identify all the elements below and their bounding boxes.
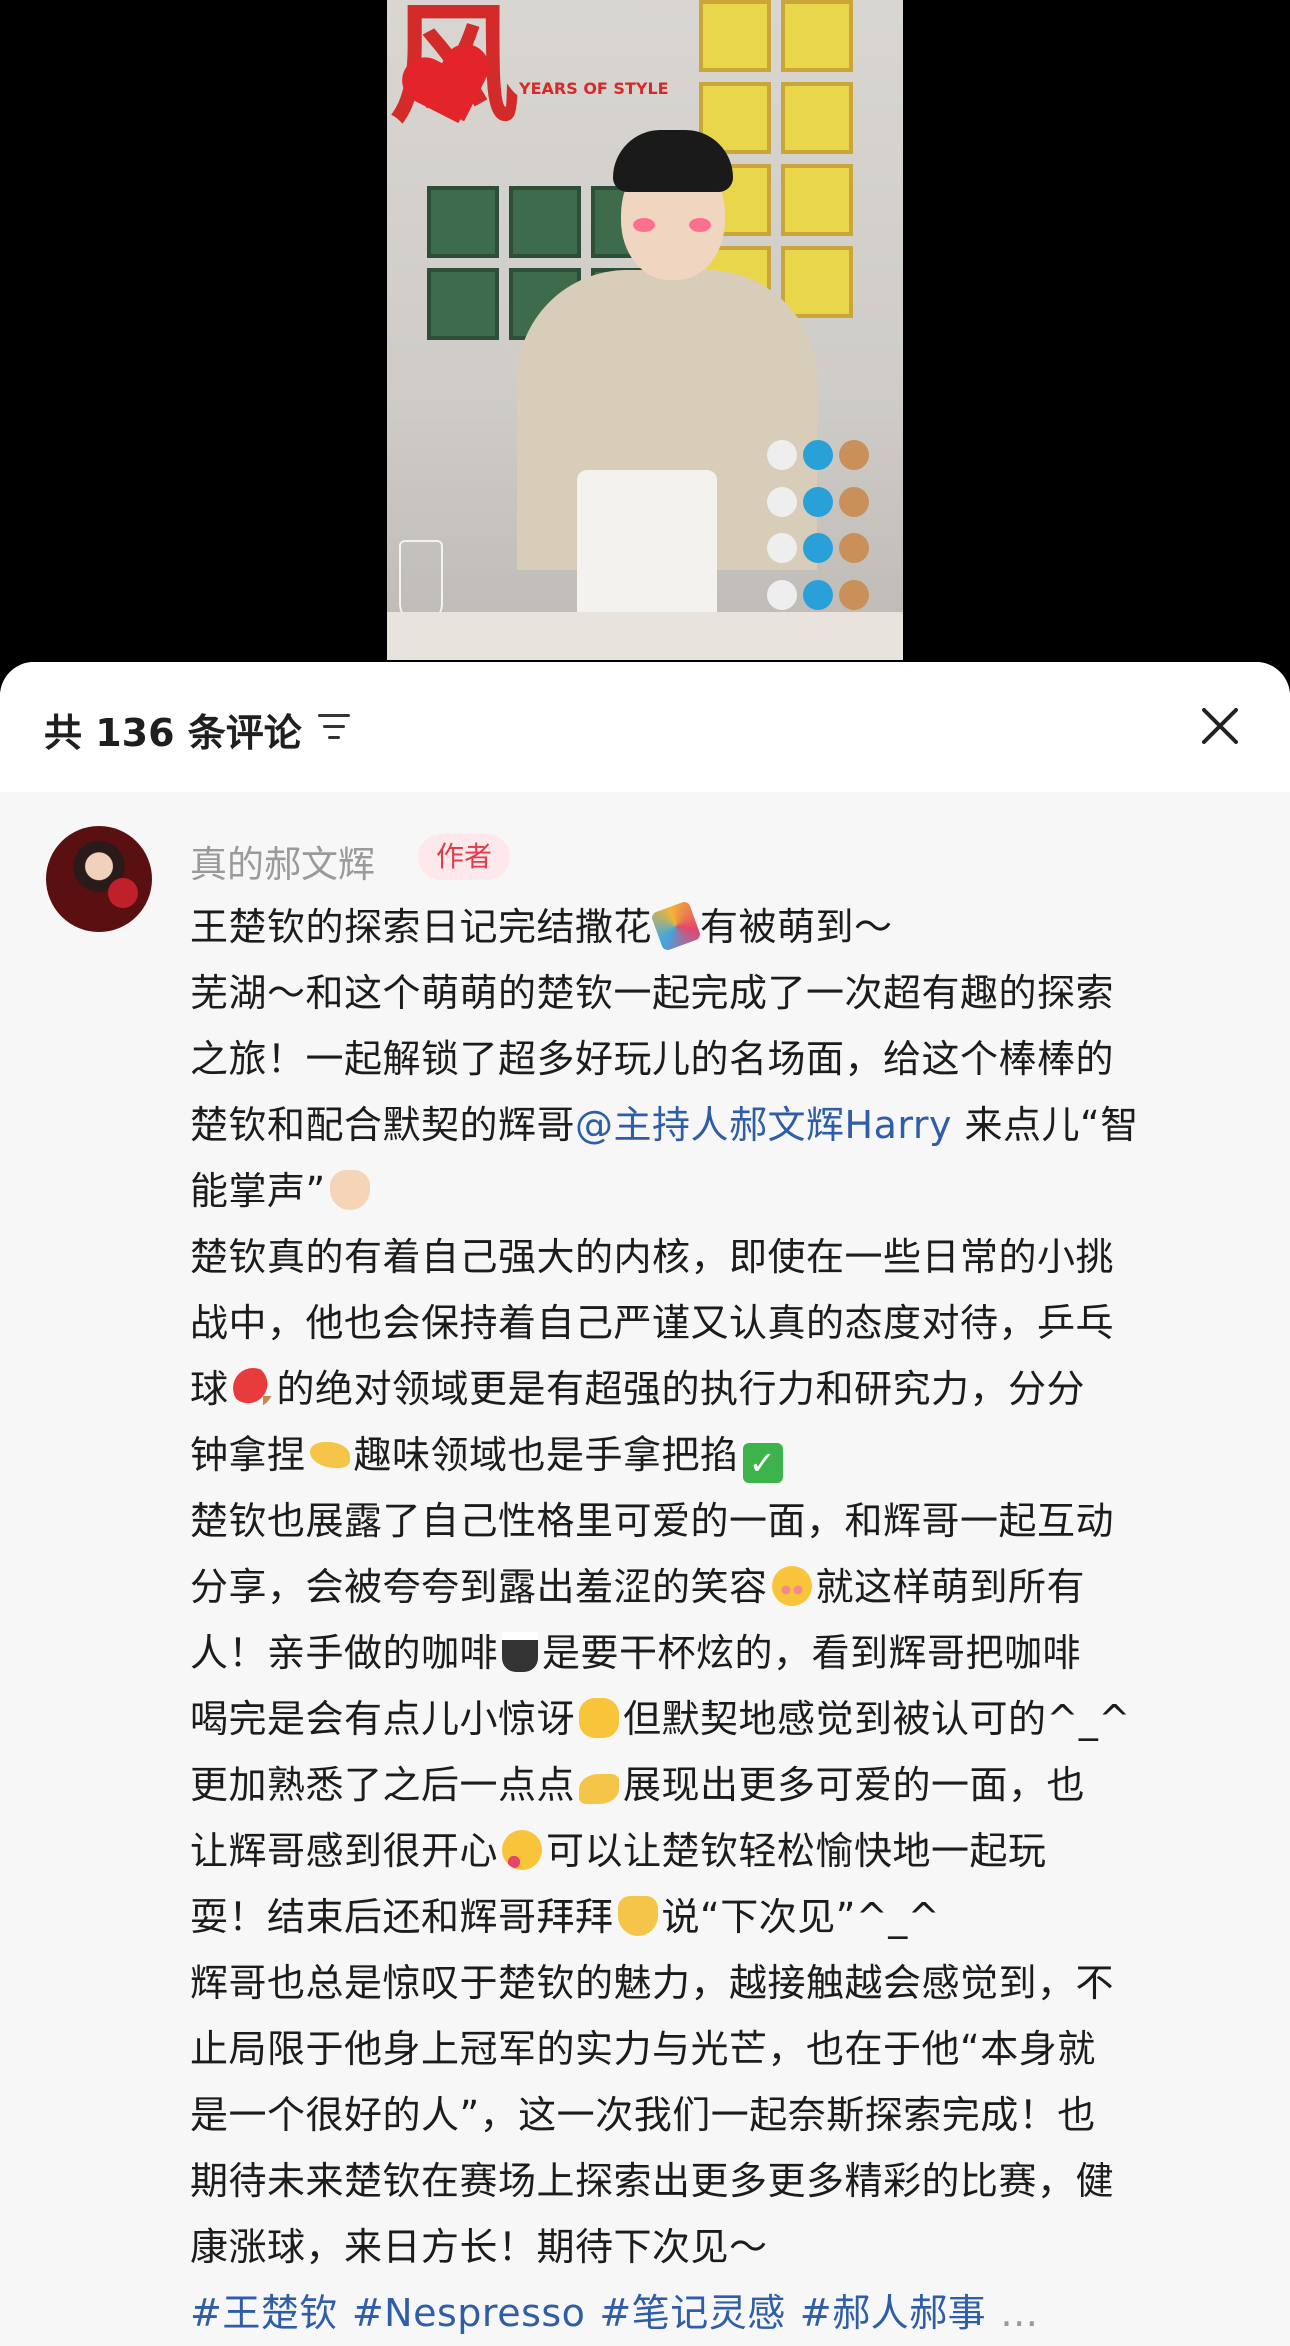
comment-text: 辉哥也总是惊叹于楚钦的魅力，越接触越会感觉到，不 (190, 1961, 1115, 2005)
comments-sheet: 共 136 条评论 真的郝文辉 作者 王楚钦的探索日记完结撒花 有被萌到～ 芜湖～和… (0, 662, 1290, 2346)
comment-text: 之旅！一起解锁了超多好玩儿的名场面，给这个棒棒的 (190, 1037, 1115, 1081)
blush-sticker-icon (633, 218, 655, 232)
ping-pong-icon (232, 1368, 273, 1408)
magazine-tagline: YEARS OF STYLE (519, 79, 669, 98)
blush-sticker-icon (689, 218, 711, 232)
video-player[interactable]: 风 YEARS OF STYLE (0, 0, 1290, 680)
author-badge: 作者 (418, 834, 511, 880)
comment-username[interactable]: 真的郝文辉 (190, 834, 375, 888)
pinching-hand-icon (309, 1442, 350, 1468)
comment-line: 之旅！一起解锁了超多好玩儿的名场面，给这个棒棒的 (190, 1026, 1260, 1092)
comment-count: 共 136 条评论 (44, 711, 302, 755)
comments-header: 共 136 条评论 (0, 662, 1290, 792)
comment-line: 钟拿捏 趣味领域也是手拿把掐 ✓ (190, 1422, 1260, 1488)
tags-overflow: … (1000, 2291, 1039, 2335)
hashtag-row: #王楚钦 #Nespresso #笔记灵感 #郝人郝事 … (190, 2280, 1290, 2346)
comment-text: 让辉哥感到很开心 (190, 1829, 499, 1873)
comment-line: 耍！结束后还和辉哥拜拜 说“下次见”^_^ (190, 1884, 1260, 1950)
comment-line: 喝完是会有点儿小惊讶 但默契地感觉到被认可的^_^ (190, 1686, 1260, 1752)
coffee-pods (767, 440, 877, 620)
hashtag-link[interactable]: #Nespresso (352, 2291, 586, 2335)
waving-hand-icon (617, 1896, 658, 1936)
comment-text: 球 (190, 1367, 229, 1411)
comment-text: 止局限于他身上冠军的实力与光芒，也在于他“本身就 (190, 2027, 1096, 2071)
comment-text: 芜湖～和这个萌萌的楚钦一起完成了一次超有趣的探索 (190, 971, 1115, 1015)
comment-text: 可以让楚钦轻松愉快地一起玩 (546, 1829, 1047, 1873)
comment-text: 楚钦真的有着自己强大的内核，即使在一些日常的小挑 (190, 1235, 1115, 1279)
comment-text: 喝完是会有点儿小惊讶 (190, 1697, 576, 1741)
party-popper-icon (650, 900, 702, 952)
comment-line: 能掌声” (190, 1158, 1260, 1224)
comment-text: 楚钦也展露了自己性格里可爱的一面，和辉哥一起互动 (190, 1499, 1115, 1543)
bouquet-icon (108, 878, 138, 908)
smiling-face-icon (771, 1566, 812, 1606)
hot-beverage-icon (502, 1632, 539, 1672)
hashtag-link[interactable]: #王楚钦 (190, 2291, 338, 2335)
comment-line: 是一个很好的人”，这一次我们一起奈斯探索完成！也 (190, 2082, 1260, 2148)
comment-line: 辉哥也总是惊叹于楚钦的魅力，越接触越会感觉到，不 (190, 1950, 1260, 2016)
scream-face-icon (579, 1698, 620, 1738)
comment-body: 王楚钦的探索日记完结撒花 有被萌到～ 芜湖～和这个萌萌的楚钦一起完成了一次超有趣的探… (190, 894, 1290, 2346)
comment-text: 王楚钦的探索日记完结撒花 (190, 905, 653, 949)
comment-line: 王楚钦的探索日记完结撒花 有被萌到～ (190, 894, 1260, 960)
comment-text: 说“下次见”^_^ (661, 1895, 941, 1939)
filter-lines-icon[interactable] (318, 712, 352, 742)
comment-text: 是要干杯炫的，看到辉哥把咖啡 (542, 1631, 1082, 1675)
fade-overlay (1190, 2280, 1290, 2346)
comment-line: 人！亲手做的咖啡 是要干杯炫的，看到辉哥把咖啡 (190, 1620, 1260, 1686)
pointing-hand-icon (579, 1774, 620, 1804)
check-mark-icon: ✓ (742, 1443, 783, 1483)
comment-text: 能掌声” (190, 1169, 326, 1213)
avatar[interactable] (46, 826, 152, 932)
comment-line: 楚钦也展露了自己性格里可爱的一面，和辉哥一起互动 (190, 1488, 1260, 1554)
comment-line: 分享，会被夸夸到露出羞涩的笑容 就这样萌到所有 (190, 1554, 1260, 1620)
comment-text: 来点儿“智 (951, 1103, 1139, 1147)
comment-text: 人！亲手做的咖啡 (190, 1631, 499, 1675)
comment-text: 更加熟悉了之后一点点 (190, 1763, 576, 1807)
user-mention-link[interactable]: @主持人郝文辉Harry (575, 1103, 952, 1147)
video-frame[interactable]: 风 YEARS OF STYLE (387, 0, 903, 660)
comment-line: 止局限于他身上冠军的实力与光芒，也在于他“本身就 (190, 2016, 1260, 2082)
clapping-hands-icon (329, 1170, 370, 1210)
comment-text: 耍！结束后还和辉哥拜拜 (190, 1895, 614, 1939)
comment-line: 更加熟悉了之后一点点 展现出更多可爱的一面，也 (190, 1752, 1260, 1818)
comment-line: 芜湖～和这个萌萌的楚钦一起完成了一次超有趣的探索 (190, 960, 1260, 1026)
comment-line: 球 的绝对领域更是有超强的执行力和研究力，分分 (190, 1356, 1260, 1422)
comment-line: 康涨球，来日方长！期待下次见～ (190, 2214, 1260, 2280)
comment-text: 是一个很好的人”，这一次我们一起奈斯探索完成！也 (190, 2093, 1096, 2137)
comment-text: 楚钦和配合默契的辉哥 (190, 1103, 576, 1147)
close-x-icon[interactable] (1196, 702, 1244, 750)
comment-text: 钟拿捏 (190, 1433, 306, 1477)
comment-text: 的绝对领域更是有超强的执行力和研究力，分分 (276, 1367, 1086, 1411)
comment-text: 但默契地感觉到被认可的^_^ (623, 1697, 1131, 1741)
comment-text: 康涨球，来日方长！期待下次见～ (190, 2225, 768, 2269)
table (387, 612, 903, 660)
comment-text: 趣味领域也是手拿把掐 (353, 1433, 739, 1477)
comment-text: 展现出更多可爱的一面，也 (623, 1763, 1086, 1807)
hashtag-link[interactable]: #笔记灵感 (599, 2291, 785, 2335)
comment-line: 楚钦真的有着自己强大的内核，即使在一些日常的小挑 (190, 1224, 1260, 1290)
comment-line: 期待未来楚钦在赛场上探索出更多更多精彩的比赛，健 (190, 2148, 1260, 2214)
comment-text: 有被萌到～ (700, 905, 893, 949)
comment-line: 让辉哥感到很开心 可以让楚钦轻松愉快地一起玩 (190, 1818, 1260, 1884)
partying-face-icon (502, 1830, 543, 1870)
hashtag-link[interactable]: #郝人郝事 (800, 2291, 986, 2335)
comment-text: 分享，会被夸夸到露出羞涩的笑容 (190, 1565, 768, 1609)
comment-text: 战中，他也会保持着自己严谨又认真的态度对待，乒乓 (190, 1301, 1115, 1345)
comment-text: 就这样萌到所有 (815, 1565, 1086, 1609)
comment-line: 战中，他也会保持着自己严谨又认真的态度对待，乒乓 (190, 1290, 1260, 1356)
comment-text: 期待未来楚钦在赛场上探索出更多更多精彩的比赛，健 (190, 2159, 1115, 2203)
comment-line: 楚钦和配合默契的辉哥@主持人郝文辉Harry 来点儿“智 (190, 1092, 1260, 1158)
